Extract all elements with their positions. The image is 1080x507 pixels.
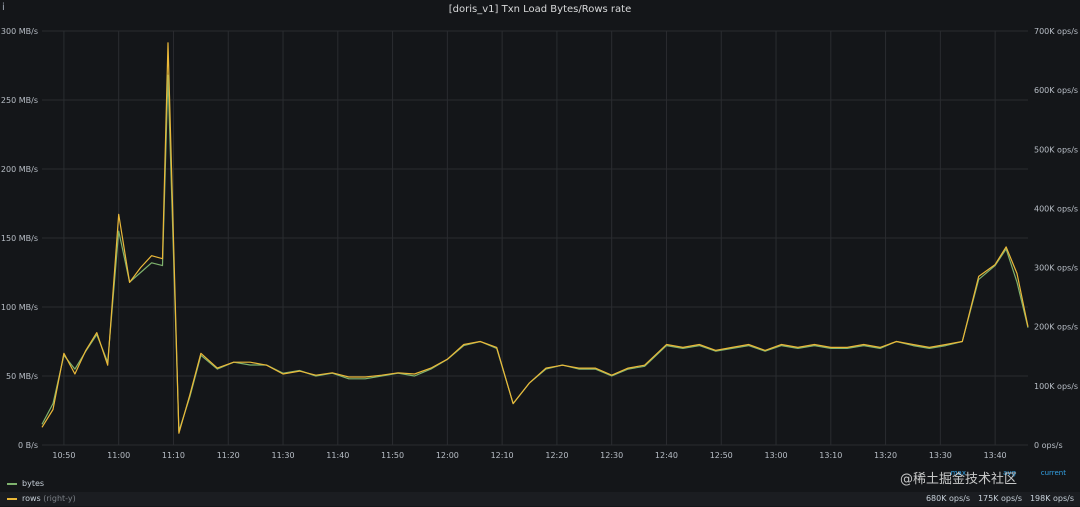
- y-right-tick-label: 700K ops/s: [1034, 27, 1078, 36]
- legend-label-rows: rows (right-y): [22, 494, 76, 503]
- watermark: @稀土掘金技术社区: [900, 472, 1018, 487]
- y-right-tick-label: 300K ops/s: [1034, 264, 1078, 273]
- y-left-tick-label: 150 MB/s: [1, 234, 38, 243]
- x-tick-label: 13:30: [929, 451, 952, 460]
- x-tick-label: 12:10: [491, 451, 514, 460]
- legend-item-rows[interactable]: rows (right-y) 680K ops/s 175K ops/s 198…: [0, 492, 1080, 506]
- x-tick-label: 12:40: [655, 451, 678, 460]
- legend-hint-right-y: (right-y): [43, 494, 76, 503]
- y-left-tick-label: 50 MB/s: [6, 372, 38, 381]
- legend-rows-max: 680K ops/s: [925, 494, 970, 503]
- x-tick-label: 11:00: [107, 451, 130, 460]
- graph-panel: i [doris_v1] Txn Load Bytes/Rows rate 0 …: [0, 0, 1080, 507]
- y-left-tick-label: 300 MB/s: [1, 27, 38, 36]
- y-right-tick-label: 400K ops/s: [1034, 204, 1078, 213]
- bytes-swatch: [7, 483, 17, 485]
- x-tick-label: 11:20: [217, 451, 240, 460]
- legend-rows-avg: 175K ops/s: [977, 494, 1022, 503]
- x-tick-label: 13:20: [874, 451, 897, 460]
- y-left-tick-label: 0 B/s: [18, 441, 38, 450]
- x-tick-label: 11:30: [271, 451, 294, 460]
- x-tick-label: 11:50: [381, 451, 404, 460]
- chart-svg[interactable]: 0 B/s 50 MB/s 100 MB/s 150 MB/s 200 MB/s 250 …: [0, 0, 1080, 470]
- x-ticks: 10:50 11:00 11:10 11:20 11:30 11:40 11:50 12:00…: [52, 451, 1006, 460]
- grid-lines: [42, 30, 1028, 446]
- x-tick-label: 11:40: [326, 451, 349, 460]
- y-left-tick-label: 200 MB/s: [1, 165, 38, 174]
- legend-label-bytes: bytes: [22, 479, 45, 488]
- y-left-tick-label: 250 MB/s: [1, 96, 38, 105]
- y-right-tick-label: 600K ops/s: [1034, 86, 1078, 95]
- x-tick-label: 12:00: [436, 451, 459, 460]
- y-right-tick-label: 100K ops/s: [1034, 382, 1078, 391]
- x-tick-label: 12:50: [710, 451, 733, 460]
- x-tick-label: 11:10: [162, 451, 185, 460]
- y-right-ticks: 0 ops/s 100K ops/s 200K ops/s 300K ops/s 400…: [1034, 27, 1078, 450]
- x-tick-label: 13:00: [764, 451, 787, 460]
- y-left-tick-label: 100 MB/s: [1, 303, 38, 312]
- legend-rows-current: 198K ops/s: [1029, 494, 1074, 503]
- x-tick-label: 10:50: [52, 451, 75, 460]
- x-tick-label: 13:10: [819, 451, 842, 460]
- x-tick-label: 13:40: [984, 451, 1007, 460]
- legend-header-current[interactable]: current: [1040, 469, 1066, 477]
- x-tick-label: 12:20: [545, 451, 568, 460]
- y-left-ticks: 0 B/s 50 MB/s 100 MB/s 150 MB/s 200 MB/s 250 …: [1, 27, 38, 450]
- rows-swatch: [7, 498, 17, 500]
- y-right-tick-label: 500K ops/s: [1034, 145, 1078, 154]
- y-right-tick-label: 0 ops/s: [1034, 441, 1063, 450]
- x-tick-label: 12:30: [600, 451, 623, 460]
- y-right-tick-label: 200K ops/s: [1034, 323, 1078, 332]
